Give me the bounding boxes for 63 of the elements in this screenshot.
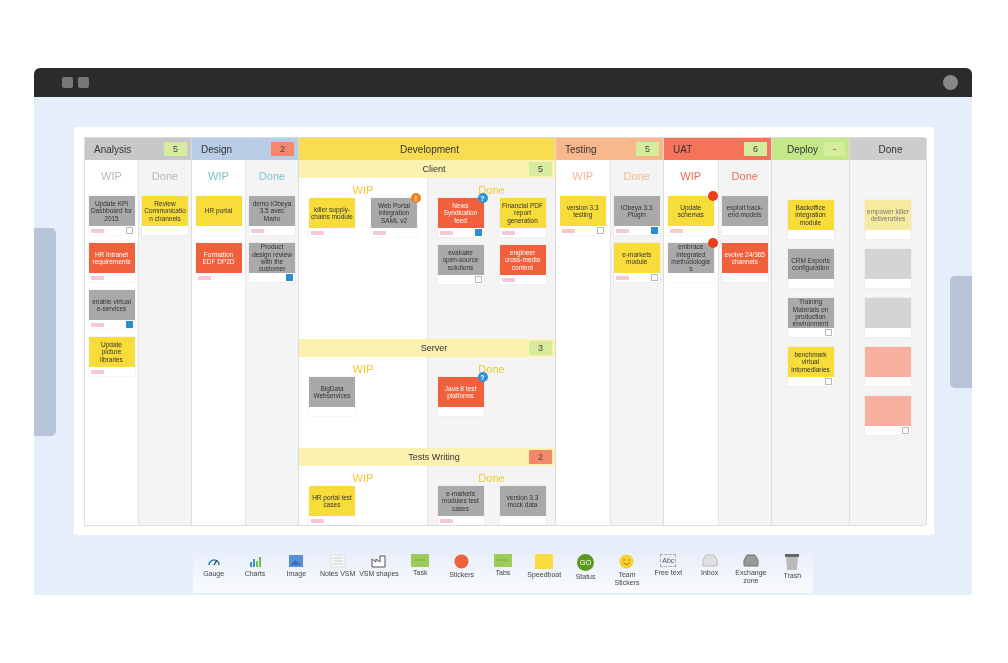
subcolumn-label: WIP bbox=[352, 363, 374, 376]
subcolumn-label: WIP bbox=[101, 170, 122, 182]
side-panel-handle[interactable] bbox=[34, 228, 56, 436]
checkbox[interactable] bbox=[902, 427, 909, 434]
task-card[interactable] bbox=[865, 249, 911, 288]
wip-count: - bbox=[824, 142, 845, 156]
column-title: Testing bbox=[565, 143, 598, 155]
swimlane-title: Client bbox=[422, 164, 446, 174]
swimlane-title: Server bbox=[420, 343, 448, 354]
lined-note-icon bbox=[329, 554, 346, 568]
tray-icon bbox=[742, 554, 759, 567]
column-title: Design bbox=[201, 143, 234, 155]
checkbox[interactable] bbox=[125, 321, 133, 328]
column-title: Deploy bbox=[785, 143, 820, 155]
card-icon bbox=[411, 554, 430, 567]
wip-count: 3 bbox=[529, 341, 552, 356]
subcolumn-label: Done bbox=[151, 170, 179, 182]
checkbox[interactable] bbox=[474, 229, 482, 236]
wip-count: 2 bbox=[529, 450, 552, 464]
task-card[interactable] bbox=[865, 298, 911, 337]
window-control-icon[interactable] bbox=[943, 75, 958, 90]
image-icon bbox=[288, 554, 305, 568]
wip-count: 2 bbox=[271, 142, 294, 156]
subcolumn-label: Done bbox=[623, 170, 650, 182]
task-card[interactable] bbox=[865, 396, 911, 435]
smiley-icon bbox=[619, 554, 635, 569]
card-icon bbox=[493, 554, 512, 567]
subcolumn-label: Done bbox=[478, 472, 505, 484]
subcolumn-label: WIP bbox=[208, 170, 229, 182]
inbox-icon bbox=[701, 554, 718, 567]
wip-count: 5 bbox=[164, 142, 187, 156]
wip-count: 6 bbox=[744, 142, 767, 156]
checkbox[interactable] bbox=[125, 227, 133, 234]
checkbox[interactable] bbox=[650, 274, 658, 281]
checkbox[interactable] bbox=[824, 378, 832, 385]
checkbox[interactable] bbox=[596, 227, 604, 234]
task-card[interactable] bbox=[865, 347, 911, 386]
side-panel-handle[interactable] bbox=[950, 276, 972, 388]
window-control-icon[interactable] bbox=[62, 77, 73, 88]
trash-icon bbox=[785, 554, 800, 570]
wip-count: 5 bbox=[529, 162, 552, 176]
swimlane-title: Tests Writing bbox=[408, 452, 460, 462]
sticker-icon bbox=[454, 554, 470, 569]
checkbox[interactable] bbox=[650, 227, 658, 234]
checkbox[interactable] bbox=[824, 329, 832, 336]
subcolumn-label: WIP bbox=[572, 170, 594, 182]
subcolumn-label: WIP bbox=[680, 170, 702, 182]
factory-icon bbox=[370, 554, 387, 568]
bar-chart-icon bbox=[248, 554, 262, 568]
window-control-icon[interactable] bbox=[78, 77, 89, 88]
checkbox[interactable] bbox=[474, 276, 482, 283]
column-title: Analysis bbox=[94, 143, 133, 155]
sticky-note-icon bbox=[535, 554, 554, 569]
subcolumn-label: Done bbox=[478, 184, 505, 196]
subcolumn-label: Done bbox=[731, 170, 758, 182]
column-title: Done bbox=[877, 143, 904, 155]
subcolumn-label: Done bbox=[258, 170, 286, 182]
subcolumn-label: WIP bbox=[352, 472, 374, 484]
checkbox[interactable] bbox=[286, 274, 293, 281]
column-title: Development bbox=[399, 143, 460, 155]
column-title: UAT bbox=[673, 143, 694, 155]
wip-count: 5 bbox=[636, 142, 659, 156]
subcolumn-label: WIP bbox=[352, 184, 374, 196]
